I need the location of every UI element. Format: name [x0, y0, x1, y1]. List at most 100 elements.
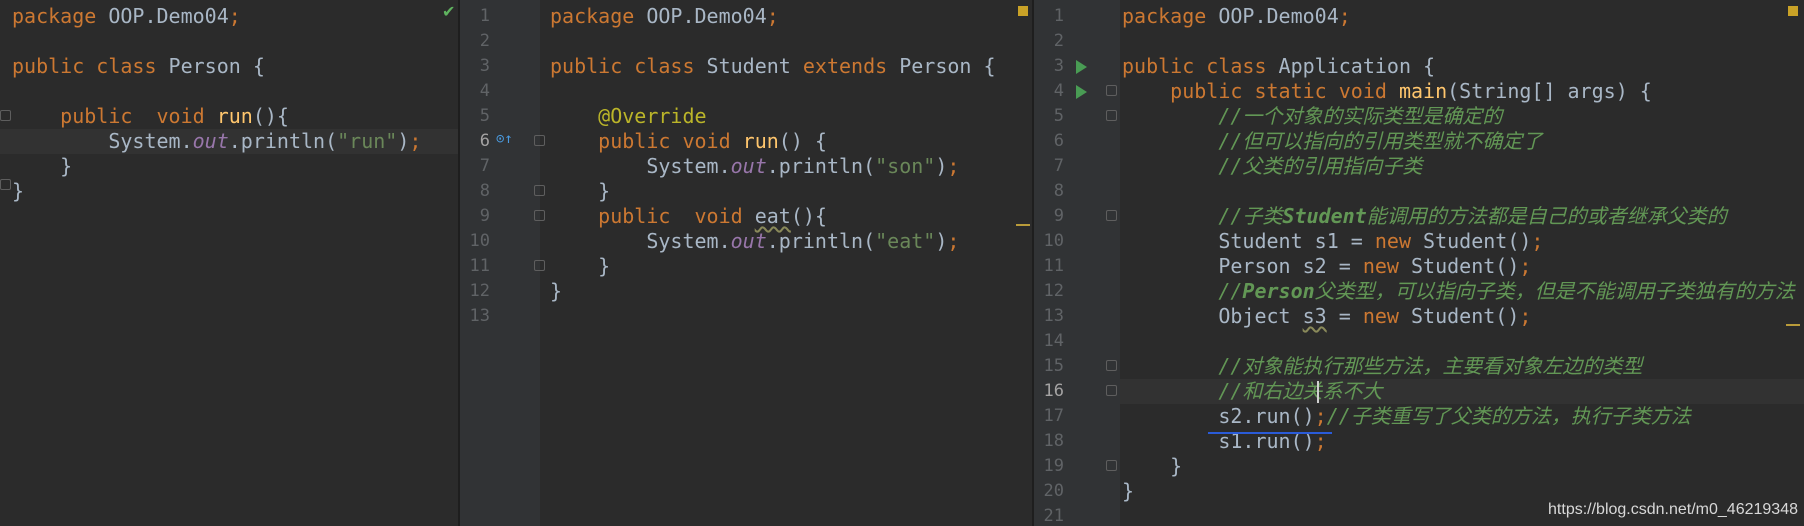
line-number: 5: [479, 106, 490, 126]
code-token: //但可以指向的引用类型就不确定了: [1218, 129, 1543, 153]
line-number: 2: [479, 31, 490, 51]
code-line[interactable]: //一个对象的实际类型是确定的: [1122, 104, 1502, 129]
line-number: 2: [1053, 31, 1064, 51]
code-line[interactable]: package OOP.Demo04;: [550, 4, 779, 29]
line-number: 10: [1043, 231, 1064, 251]
code-line[interactable]: }: [12, 154, 72, 179]
code-line[interactable]: }: [550, 254, 610, 279]
code-line[interactable]: Person s2 = new Student();: [1122, 254, 1531, 279]
fold-marker-icon[interactable]: [1106, 210, 1117, 221]
code-line[interactable]: //对象能执行那些方法，主要看对象左边的类型: [1122, 354, 1642, 379]
code-area-person[interactable]: package OOP.Demo04; public class Person {…: [12, 0, 458, 526]
code-area-student[interactable]: package OOP.Demo04; public class Student …: [550, 0, 1020, 526]
code-line[interactable]: }: [1122, 454, 1182, 479]
fold-marker-icon[interactable]: [1106, 460, 1117, 471]
code-token: public void: [598, 204, 755, 228]
code-line[interactable]: s2.run();//子类重写了父类的方法，执行子类方法: [1122, 404, 1691, 429]
editor-pane-application[interactable]: 1 2 3 4 5 6 7 8 9 10 11 12 13 14 15 16 17 18 19 20 21 packag…: [1034, 0, 1804, 526]
warning-indicator-icon[interactable]: [1788, 6, 1798, 16]
code-token: eat: [754, 204, 791, 228]
code-token: }: [1122, 454, 1183, 478]
line-number: 15: [1043, 356, 1064, 376]
code-token: }: [550, 179, 611, 203]
override-gutter-icon[interactable]: ⊙↑: [496, 131, 513, 147]
fold-marker-icon[interactable]: [1106, 360, 1117, 371]
line-number: 9: [479, 206, 490, 226]
code-line[interactable]: System.out.println("eat");: [550, 229, 959, 254]
fold-marker-icon[interactable]: [534, 185, 545, 196]
code-token: public class: [550, 54, 707, 78]
code-line[interactable]: //和右边关系不大: [1122, 379, 1382, 404]
code-token: ): [397, 129, 410, 153]
code-token: new: [1362, 254, 1411, 278]
code-token: //父类的引用指向子类: [1218, 154, 1423, 178]
code-line[interactable]: //子类Student能调用的方法都是自己的或者继承父类的: [1122, 204, 1726, 229]
line-number: 3: [1053, 56, 1064, 76]
code-token: () {: [778, 129, 827, 153]
code-line[interactable]: public void run(){: [12, 104, 289, 129]
highlight-underline: [1208, 432, 1332, 434]
code-line[interactable]: package OOP.Demo04;: [12, 4, 241, 29]
code-token: out: [730, 229, 767, 253]
fold-marker-icon[interactable]: [1106, 85, 1117, 96]
code-token: //子类重写了父类的方法，执行子类方法: [1326, 404, 1691, 428]
code-area-application[interactable]: package OOP.Demo04; public class Applicat…: [1122, 0, 1795, 526]
code-line[interactable]: public void run() {: [550, 129, 827, 154]
code-line[interactable]: public class Person {: [12, 54, 265, 79]
line-number: 12: [1043, 281, 1064, 301]
warning-indicator-icon[interactable]: [1018, 6, 1028, 16]
fold-marker-icon[interactable]: [534, 135, 545, 146]
code-line[interactable]: public void eat(){: [550, 204, 827, 229]
code-token: package: [12, 4, 109, 28]
line-number: 18: [1043, 431, 1064, 451]
fold-marker-icon[interactable]: [534, 260, 545, 271]
code-line[interactable]: Object s3 = new Student();: [1122, 304, 1531, 329]
line-number: 4: [1053, 81, 1064, 101]
code-line[interactable]: public static void main(String[] args) {: [1122, 79, 1652, 104]
code-token: ;: [1519, 304, 1532, 328]
code-line[interactable]: Student s1 = new Student();: [1122, 229, 1543, 254]
code-line[interactable]: }: [550, 179, 610, 204]
code-line[interactable]: package OOP.Demo04;: [1122, 4, 1351, 29]
run-class-icon[interactable]: [1076, 60, 1087, 74]
code-token: Student(): [1411, 304, 1520, 328]
line-number: 14: [1043, 331, 1064, 351]
code-token: "run": [337, 129, 398, 153]
code-line[interactable]: }: [550, 279, 562, 304]
fold-marker-icon[interactable]: [534, 210, 545, 221]
code-token: ): [935, 229, 948, 253]
code-line[interactable]: System.out.println("run");: [12, 129, 421, 154]
code-line[interactable]: @Override: [550, 104, 706, 129]
line-number: 20: [1043, 481, 1064, 501]
code-token: System.: [550, 229, 731, 253]
code-token: "eat": [875, 229, 936, 253]
line-number-gutter: 1 2 3 4 5 6 7 8 9 10 11 12 13: [460, 0, 540, 526]
editor-pane-student[interactable]: 1 2 3 4 5 6 7 8 9 10 11 12 13 package OOP.Demo04; pub…: [460, 0, 1032, 526]
code-line[interactable]: }: [1122, 479, 1134, 504]
code-token: Student(): [1411, 254, 1520, 278]
scrollbar-warning-mark[interactable]: [1786, 324, 1800, 326]
fold-marker-icon[interactable]: [0, 179, 11, 190]
code-line[interactable]: public class Application {: [1122, 54, 1435, 79]
fold-marker-icon[interactable]: [0, 110, 11, 121]
editor-pane-person[interactable]: package OOP.Demo04; public class Person {…: [0, 0, 458, 526]
fold-marker-icon[interactable]: [1106, 110, 1117, 121]
fold-marker-icon[interactable]: [1106, 385, 1117, 396]
code-line[interactable]: }: [12, 179, 24, 204]
line-number: 19: [1043, 456, 1064, 476]
run-method-icon[interactable]: [1076, 85, 1087, 99]
line-number-gutter: 1 2 3 4 5 6 7 8 9 10 11 12 13 14 15 16 17 18 19 20 21: [1034, 0, 1120, 526]
code-line[interactable]: public class Student extends Person {: [550, 54, 996, 79]
code-line[interactable]: //父类的引用指向子类: [1122, 154, 1422, 179]
code-line[interactable]: //但可以指向的引用类型就不确定了: [1122, 129, 1542, 154]
code-token: }: [1122, 479, 1135, 503]
code-line[interactable]: //Person父类型，可以指向子类，但是不能调用子类独有的方法: [1122, 279, 1794, 304]
code-line[interactable]: System.out.println("son");: [550, 154, 959, 179]
line-number: 3: [479, 56, 490, 76]
code-token: (){: [252, 104, 289, 128]
scrollbar-warning-mark[interactable]: [1016, 224, 1030, 226]
